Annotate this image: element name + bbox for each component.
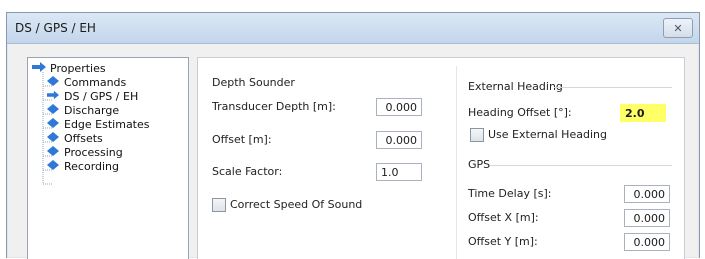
external-heading-title: External Heading (468, 80, 563, 93)
depth-sounder-title: Depth Sounder (212, 76, 295, 89)
close-button[interactable]: ✕ (663, 18, 693, 38)
properties-tree: Properties Commands DS / GPS / EH Discha… (27, 57, 189, 259)
tree-item-discharge[interactable]: Discharge (46, 104, 119, 118)
scale-factor-input[interactable]: 1.0 (376, 163, 422, 181)
offset-input[interactable]: 0.000 (376, 131, 422, 149)
diamond-arrow-icon (46, 146, 60, 160)
arrow-right-icon (46, 90, 60, 104)
diamond-arrow-icon (46, 160, 60, 174)
correct-sos-label[interactable]: Correct Speed Of Sound (230, 198, 362, 211)
time-delay-input[interactable]: 0.000 (624, 185, 670, 203)
tree-item-label: Recording (64, 160, 120, 173)
settings-panel: Depth Sounder Transducer Depth [m]: 0.00… (197, 57, 685, 259)
window-title: DS / GPS / EH (15, 21, 96, 35)
gps-title: GPS (468, 158, 491, 171)
diamond-arrow-icon (46, 132, 60, 146)
tree-item-label: Processing (64, 146, 123, 159)
title-bar[interactable]: DS / GPS / EH ✕ (7, 13, 699, 44)
tree-item-label: Commands (64, 76, 127, 89)
transducer-depth-label: Transducer Depth [m]: (212, 100, 336, 113)
tree-item-commands[interactable]: Commands (46, 76, 126, 90)
external-heading-separator (554, 87, 672, 88)
offset-x-label: Offset X [m]: (468, 211, 539, 224)
heading-offset-input[interactable]: 2.0 (620, 104, 666, 122)
time-delay-label: Time Delay [s]: (468, 187, 552, 200)
gps-separator (490, 165, 672, 166)
tree-item-offsets[interactable]: Offsets (46, 132, 103, 146)
tree-item-edge-estimates[interactable]: Edge Estimates (46, 118, 150, 132)
offset-x-input[interactable]: 0.000 (624, 209, 670, 227)
scale-factor-label: Scale Factor: (212, 165, 283, 178)
tree-item-label: Offsets (64, 132, 103, 145)
use-external-heading-checkbox[interactable] (470, 128, 484, 142)
use-external-heading-label[interactable]: Use External Heading (488, 128, 607, 141)
tree-item-label: Properties (50, 62, 106, 75)
arrow-right-icon (32, 62, 46, 76)
column-divider (456, 66, 457, 259)
tree-item-label: Discharge (64, 104, 120, 117)
tree-item-label: Edge Estimates (64, 118, 150, 131)
correct-sos-checkbox[interactable] (212, 198, 226, 212)
close-icon: ✕ (673, 21, 683, 35)
tree-item-label: DS / GPS / EH (64, 90, 139, 103)
offset-y-input[interactable]: 0.000 (624, 233, 670, 251)
transducer-depth-input[interactable]: 0.000 (376, 98, 422, 116)
heading-offset-label: Heading Offset [°]: (468, 106, 572, 119)
dialog-window: DS / GPS / EH ✕ Properties Commands DS /… (6, 12, 700, 259)
diamond-arrow-icon (46, 76, 60, 90)
diamond-arrow-icon (46, 104, 60, 118)
offset-y-label: Offset Y [m]: (468, 235, 538, 248)
offset-label: Offset [m]: (212, 133, 272, 146)
tree-item-ds-gps-eh[interactable]: DS / GPS / EH (46, 90, 138, 104)
diamond-arrow-icon (46, 118, 60, 132)
tree-item-recording[interactable]: Recording (46, 160, 119, 174)
tree-item-processing[interactable]: Processing (46, 146, 123, 160)
tree-item-properties[interactable]: Properties (32, 62, 106, 76)
